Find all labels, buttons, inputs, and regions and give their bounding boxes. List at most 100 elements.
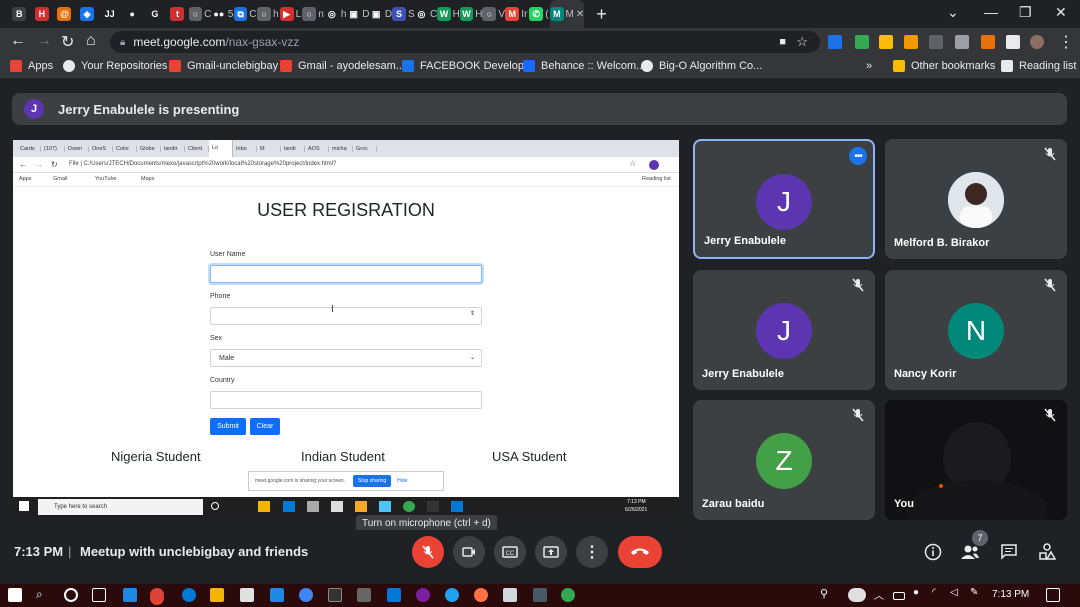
- extension-icon[interactable]: [955, 35, 969, 49]
- minimize-window-icon[interactable]: —: [984, 4, 998, 20]
- bookmark-other-bookmarks[interactable]: Other bookmarks: [893, 60, 995, 72]
- app-icon[interactable]: [299, 588, 313, 602]
- chrome-icon[interactable]: [561, 588, 575, 602]
- bookmark-your-repositories[interactable]: Your Repositories: [63, 60, 167, 72]
- participant-tile[interactable]: N Nancy Korir: [885, 270, 1067, 390]
- close-tab-icon[interactable]: ✕: [576, 9, 584, 20]
- extension-icon[interactable]: [981, 35, 995, 49]
- participant-tile-self-video[interactable]: You: [885, 400, 1067, 520]
- puzzle-extensions-icon[interactable]: [1006, 35, 1020, 49]
- browser-tab[interactable]: M Ir: [505, 0, 528, 28]
- chat-button[interactable]: [998, 541, 1020, 563]
- leave-call-button[interactable]: [618, 536, 662, 568]
- browser-tab[interactable]: ◎ C: [414, 0, 437, 28]
- forward-arrow-icon[interactable]: →: [36, 32, 52, 50]
- extension-icon[interactable]: [929, 35, 943, 49]
- camera-icon[interactable]: ■: [779, 36, 786, 48]
- pen-icon[interactable]: ✎: [970, 587, 984, 601]
- app-icon[interactable]: [416, 588, 430, 602]
- browser-tab[interactable]: ▶ L: [279, 0, 302, 28]
- microphone-icon[interactable]: ●: [913, 587, 927, 601]
- check-app-icon[interactable]: [270, 588, 284, 602]
- browser-tab[interactable]: G: [144, 0, 167, 28]
- pencil-extension-icon[interactable]: [904, 35, 918, 49]
- restore-window-icon[interactable]: ❐: [1019, 4, 1032, 21]
- browser-tab[interactable]: t: [166, 0, 189, 28]
- browser-tab[interactable]: WH: [459, 0, 482, 28]
- browser-tab[interactable]: ▣ D: [346, 0, 370, 28]
- task-view-icon[interactable]: [92, 588, 106, 602]
- file-explorer-icon[interactable]: [210, 588, 224, 602]
- back-arrow-icon[interactable]: ←: [10, 32, 26, 50]
- browser-tab[interactable]: ◆: [76, 0, 99, 28]
- app-icon[interactable]: [474, 588, 488, 602]
- browser-tab[interactable]: M M ✕: [550, 0, 585, 28]
- browser-tab[interactable]: ○ V: [482, 0, 505, 28]
- browser-tab[interactable]: ○ h: [257, 0, 280, 28]
- bookmark-facebook-developers[interactable]: FACEBOOK Develop...: [402, 60, 533, 72]
- people-tray-icon[interactable]: ⚲: [820, 587, 834, 601]
- bookmark-big-o-algorithm[interactable]: Big-O Algorithm Co...: [641, 60, 762, 72]
- bookmark-behance[interactable]: Behance :: Welcom...: [523, 60, 645, 72]
- wifi-icon[interactable]: ◜: [932, 587, 946, 601]
- extension-icon[interactable]: [828, 35, 842, 49]
- camera-toggle-button[interactable]: [453, 536, 485, 568]
- star-bookmark-icon[interactable]: ☆: [796, 34, 808, 50]
- browser-tab[interactable]: H: [31, 0, 54, 28]
- browser-tab[interactable]: @: [53, 0, 76, 28]
- participant-tile[interactable]: J Jerry Enabulele: [693, 270, 875, 390]
- chevron-up-icon[interactable]: ︿: [874, 587, 888, 602]
- vscode-icon[interactable]: [387, 588, 401, 602]
- participant-tile[interactable]: J ••• Jerry Enabulele: [693, 139, 875, 259]
- more-options-icon[interactable]: •••: [849, 147, 867, 165]
- terminal-icon[interactable]: [328, 588, 342, 602]
- battery-icon[interactable]: [893, 592, 905, 600]
- participant-tile[interactable]: Melford B. Birakor: [885, 139, 1067, 259]
- browser-tab[interactable]: ●: [121, 0, 144, 28]
- cortana-icon[interactable]: [64, 588, 78, 602]
- extension-icon[interactable]: [855, 35, 869, 49]
- present-now-button[interactable]: [535, 536, 567, 568]
- app-icon[interactable]: [357, 588, 371, 602]
- browser-tab[interactable]: SS: [392, 0, 415, 28]
- browser-tab[interactable]: ○ C: [188, 0, 211, 28]
- browser-tab[interactable]: ◎ h: [324, 0, 347, 28]
- mail-icon[interactable]: [240, 588, 254, 602]
- windows-start-icon[interactable]: [8, 588, 22, 602]
- browser-tab[interactable]: WH: [437, 0, 460, 28]
- browser-tab[interactable]: ⧉ C: [233, 0, 257, 28]
- browser-tab[interactable]: B: [8, 0, 31, 28]
- address-bar[interactable]: 🔒︎ meet.google.com/nax-gsax-vzz ■ ☆: [110, 31, 820, 53]
- home-icon[interactable]: ⌂: [86, 32, 96, 50]
- bookmark-apps[interactable]: Apps: [10, 60, 53, 72]
- captions-button[interactable]: CC: [494, 536, 526, 568]
- reload-icon[interactable]: ↻: [61, 32, 74, 52]
- reading-list-button[interactable]: Reading list: [1001, 60, 1076, 72]
- app-icon[interactable]: [123, 588, 137, 602]
- profile-avatar[interactable]: [1030, 35, 1044, 49]
- more-menu-icon[interactable]: ⋮: [1058, 32, 1074, 52]
- taskbar-clock[interactable]: 7:13 PM: [992, 589, 1029, 600]
- bookmarks-overflow-icon[interactable]: »: [866, 60, 872, 72]
- edge-icon[interactable]: [182, 588, 196, 602]
- cloud-icon[interactable]: [848, 588, 866, 602]
- more-options-button[interactable]: ⋮: [576, 536, 608, 568]
- app-icon[interactable]: [533, 588, 547, 602]
- meeting-details-button[interactable]: [922, 541, 944, 563]
- twitter-icon[interactable]: [445, 588, 459, 602]
- activities-button[interactable]: [1036, 541, 1058, 563]
- new-tab-button[interactable]: +: [596, 4, 607, 25]
- app-icon[interactable]: [503, 588, 517, 602]
- notifications-icon[interactable]: [1046, 588, 1060, 602]
- search-icon[interactable]: ⌕: [36, 587, 50, 601]
- extension-icon[interactable]: [879, 35, 893, 49]
- tab-search-icon[interactable]: ⌄: [947, 4, 959, 21]
- microphone-toggle-button[interactable]: [412, 536, 444, 568]
- close-window-icon[interactable]: ✕: [1055, 4, 1067, 21]
- browser-tab[interactable]: ▣ D: [369, 0, 392, 28]
- browser-tab[interactable]: ✆(: [528, 0, 551, 28]
- browser-tab[interactable]: ●● 5: [211, 0, 234, 28]
- browser-tab[interactable]: ○ n: [302, 0, 325, 28]
- volume-icon[interactable]: ◁: [950, 587, 964, 601]
- bookmark-gmail-ayodelesam[interactable]: Gmail - ayodelesam...: [280, 60, 405, 72]
